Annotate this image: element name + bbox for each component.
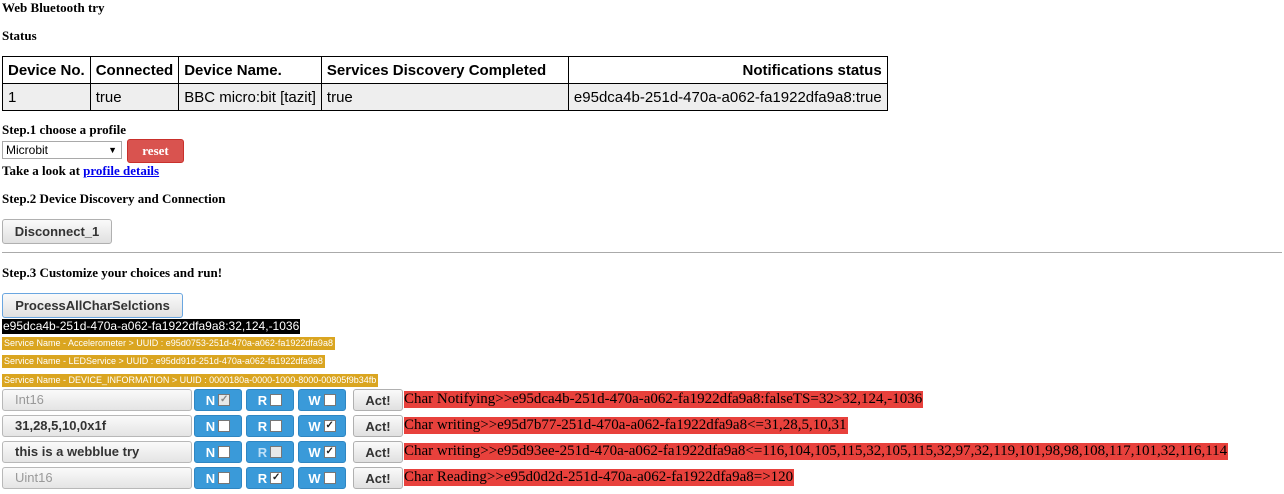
w-toggle[interactable]: W ✓ [298,415,346,437]
profile-select[interactable]: Microbit ▼ [2,141,122,159]
cell-device-name: BBC micro:bit [tazit] [178,83,322,111]
act-button[interactable]: Act! [353,467,403,489]
act-button[interactable]: Act! [353,441,403,463]
status-table-header-row: Device No. Connected Device Name. Servic… [2,56,888,84]
column-header-device-name: Device Name. [178,56,322,84]
column-header-device-no: Device No. [2,56,91,84]
characteristic-input[interactable]: Uint16 [2,467,192,489]
n-toggle[interactable]: N ✓ [194,389,242,411]
n-checkbox[interactable] [218,446,231,458]
status-heading: Status [2,28,37,43]
n-toggle[interactable]: N [194,467,242,489]
r-toggle-label: R [257,418,268,434]
w-toggle[interactable]: W ✓ [298,441,346,463]
r-toggle-label: R [257,444,268,460]
characteristic-result: Char Reading>>e95d0d2d-251d-470a-a062-fa… [404,469,795,486]
column-header-notifications-status: Notifications status [567,56,888,84]
w-toggle-label: W [308,470,321,486]
w-checkbox[interactable] [323,472,336,484]
cell-services-discovery: true [320,83,569,111]
chevron-down-icon: ▼ [108,145,117,155]
cell-notifications-status: e95dca4b-251d-470a-a062-fa1922dfa9a8:tru… [567,83,888,111]
w-checkbox[interactable]: ✓ [323,420,336,432]
step1-heading: Step.1 choose a profile [2,122,126,137]
act-button[interactable]: Act! [353,389,403,411]
w-checkbox[interactable]: ✓ [323,446,336,458]
cell-device-no: 1 [2,83,91,111]
n-toggle-label: N [205,418,216,434]
r-checkbox[interactable] [270,394,283,406]
n-checkbox[interactable] [218,420,231,432]
w-toggle-label: W [308,418,321,434]
profile-details-link[interactable]: profile details [83,163,159,178]
r-checkbox[interactable]: ✓ [270,472,283,484]
w-toggle[interactable]: W [298,467,346,489]
r-toggle[interactable]: R [246,389,294,411]
r-checkbox[interactable] [270,446,283,458]
cell-connected: true [89,83,180,111]
r-toggle-label: R [257,470,268,486]
profile-details-prefix: Take a look at [2,163,84,178]
n-checkbox[interactable]: ✓ [218,394,231,406]
w-toggle-label: W [308,444,321,460]
column-header-services-discovery: Services Discovery Completed [320,56,569,84]
disconnect-button[interactable]: Disconnect_1 [2,219,112,244]
w-toggle[interactable]: W [298,389,346,411]
app-title: Web Bluetooth try [2,0,105,15]
service-label-device-information: Service Name - DEVICE_INFORMATION > UUID… [2,374,379,387]
r-toggle[interactable]: R [246,415,294,437]
column-header-connected: Connected [89,56,180,84]
act-button[interactable]: Act! [353,415,403,437]
n-toggle-label: N [205,444,216,460]
n-toggle-label: N [205,392,216,408]
notification-banner: e95dca4b-251d-470a-a062-fa1922dfa9a8:32,… [2,319,301,334]
characteristic-input[interactable]: this is a webblue try [2,441,192,463]
service-label-accelerometer: Service Name - Accelerometer > UUID : e9… [2,337,335,350]
table-row: 1 true BBC micro:bit [tazit] true e95dca… [2,83,888,111]
step3-heading: Step.3 Customize your choices and run! [2,265,223,280]
characteristic-input[interactable]: Int16 [2,389,192,411]
divider [2,252,1282,253]
profile-details-line: Take a look at profile details [2,163,159,179]
service-label-led: Service Name - LEDService > UUID : e95dd… [2,355,325,368]
characteristic-input[interactable]: 31,28,5,10,0x1f [2,415,192,437]
characteristic-result: Char writing>>e95d93ee-251d-470a-a062-fa… [404,443,1229,460]
reset-button[interactable]: reset [127,139,184,163]
profile-select-value: Microbit [6,143,49,157]
n-toggle-label: N [205,470,216,486]
n-checkbox[interactable] [218,472,231,484]
r-toggle[interactable]: R [246,441,294,463]
process-all-button[interactable]: ProcessAllCharSelctions [2,293,183,318]
characteristic-result: Char Notifying>>e95dca4b-251d-470a-a062-… [404,391,924,408]
r-checkbox[interactable] [270,420,283,432]
w-toggle-label: W [308,392,321,408]
w-checkbox[interactable] [323,394,336,406]
n-toggle[interactable]: N [194,441,242,463]
r-toggle-label: R [257,392,268,408]
r-toggle[interactable]: R ✓ [246,467,294,489]
step2-heading: Step.2 Device Discovery and Connection [2,191,226,206]
characteristic-result: Char writing>>e95d7b77-251d-470a-a062-fa… [404,417,848,434]
n-toggle[interactable]: N [194,415,242,437]
status-table: Device No. Connected Device Name. Servic… [2,56,888,111]
